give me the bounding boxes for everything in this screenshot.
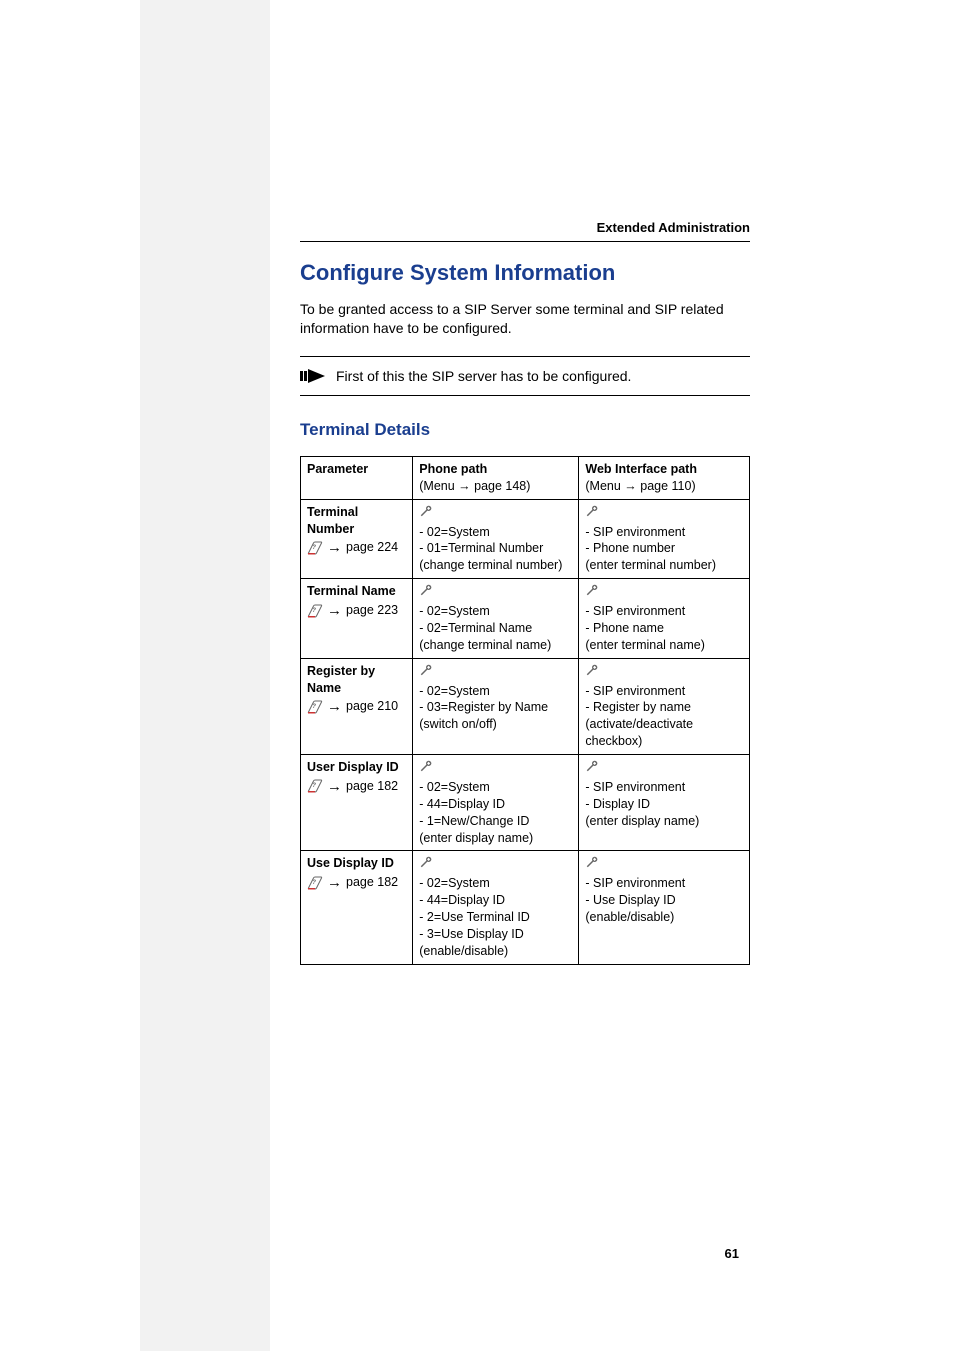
- subsection-heading: Terminal Details: [300, 420, 750, 440]
- phone-path-text: - 02=System - 02=Terminal Name (change t…: [419, 603, 572, 654]
- cell-web-path: - SIP environment - Phone number (enter …: [579, 499, 750, 579]
- cell-parameter: Terminal Number? → page 224: [301, 499, 413, 579]
- header-rule: [300, 241, 750, 242]
- tool-icon: [585, 759, 601, 773]
- note-text: First of this the SIP server has to be c…: [336, 367, 631, 385]
- table-row: Terminal Name? → page 223 - 02=System - 02=…: [301, 579, 750, 659]
- note-block: First of this the SIP server has to be c…: [300, 356, 750, 396]
- arrow-icon: →: [327, 603, 342, 618]
- parameter-name: Register by Name: [307, 664, 375, 695]
- cell-web-path: - SIP environment - Use Display ID (enab…: [579, 851, 750, 964]
- table-row: Register by Name? → page 210 - 02=System - …: [301, 658, 750, 754]
- web-path-text: - SIP environment - Phone name (enter te…: [585, 603, 743, 654]
- page-ref-text: page 182: [346, 778, 398, 795]
- web-path-text: - SIP environment - Display ID (enter di…: [585, 779, 743, 830]
- page-reference[interactable]: ? → page 210: [307, 698, 406, 715]
- info-icon: ?: [307, 876, 323, 890]
- phone-path-text: - 02=System - 44=Display ID - 1=New/Chan…: [419, 779, 572, 847]
- page-number: 61: [725, 1246, 739, 1261]
- cell-parameter: User Display ID? → page 182: [301, 755, 413, 851]
- tool-icon: [585, 504, 601, 518]
- page-ref-text: page 210: [346, 698, 398, 715]
- arrow-icon: →: [327, 540, 342, 555]
- phone-path-text: - 02=System - 03=Register by Name (switc…: [419, 683, 572, 734]
- cell-web-path: - SIP environment - Register by name (ac…: [579, 658, 750, 754]
- table-row: User Display ID? → page 182 - 02=System - 4…: [301, 755, 750, 851]
- svg-text:?: ?: [312, 545, 316, 551]
- parameter-name: Use Display ID: [307, 856, 394, 870]
- cell-phone-path: - 02=System - 44=Display ID - 2=Use Term…: [413, 851, 579, 964]
- info-icon: ?: [307, 779, 323, 793]
- page-ref-text: page 224: [346, 539, 398, 556]
- web-path-text: - SIP environment - Register by name (ac…: [585, 683, 743, 751]
- cell-phone-path: - 02=System - 01=Terminal Number (change…: [413, 499, 579, 579]
- cell-web-path: - SIP environment - Phone name (enter te…: [579, 579, 750, 659]
- tool-icon: [419, 663, 435, 677]
- intro-paragraph: To be granted access to a SIP Server som…: [300, 300, 750, 338]
- page-reference[interactable]: ? → page 182: [307, 874, 406, 891]
- page-ref-text: page 223: [346, 602, 398, 619]
- col-web-label: Web Interface path: [585, 462, 697, 476]
- parameter-name: Terminal Number: [307, 505, 358, 536]
- info-icon: ?: [307, 541, 323, 555]
- phone-path-text: - 02=System - 44=Display ID - 2=Use Term…: [419, 875, 572, 959]
- cell-web-path: - SIP environment - Display ID (enter di…: [579, 755, 750, 851]
- svg-text:?: ?: [312, 704, 316, 710]
- phone-path-text: - 02=System - 01=Terminal Number (change…: [419, 524, 572, 575]
- col-web-sublabel: (Menu → page 110): [585, 479, 695, 493]
- section-header-label: Extended Administration: [300, 220, 750, 235]
- table-header-row: Parameter Phone path (Menu → page 148) W…: [301, 456, 750, 499]
- page-reference[interactable]: ? → page 224: [307, 539, 406, 556]
- parameter-name: Terminal Name: [307, 584, 396, 598]
- sidebar-column: [140, 0, 270, 1351]
- cell-phone-path: - 02=System - 03=Register by Name (switc…: [413, 658, 579, 754]
- cell-parameter: Terminal Name? → page 223: [301, 579, 413, 659]
- tool-icon: [419, 504, 435, 518]
- arrow-icon: →: [327, 699, 342, 714]
- tool-icon: [585, 663, 601, 677]
- svg-text:?: ?: [312, 880, 316, 886]
- tool-icon: [419, 759, 435, 773]
- page-reference[interactable]: ? → page 182: [307, 778, 406, 795]
- cell-phone-path: - 02=System - 44=Display ID - 1=New/Chan…: [413, 755, 579, 851]
- content-area: Extended Administration Configure System…: [300, 220, 750, 965]
- info-icon: ?: [307, 700, 323, 714]
- col-phone-label: Phone path: [419, 462, 487, 476]
- col-phone-path: Phone path (Menu → page 148): [413, 456, 579, 499]
- page-heading: Configure System Information: [300, 260, 750, 286]
- cell-parameter: Use Display ID? → page 182: [301, 851, 413, 964]
- col-parameter-label: Parameter: [307, 462, 368, 476]
- arrow-icon: →: [327, 779, 342, 794]
- tool-icon: [585, 855, 601, 869]
- svg-text:?: ?: [312, 783, 316, 789]
- tool-icon: [585, 583, 601, 597]
- svg-text:?: ?: [312, 608, 316, 614]
- page-reference[interactable]: ? → page 223: [307, 602, 406, 619]
- page-ref-text: page 182: [346, 874, 398, 891]
- parameter-table: Parameter Phone path (Menu → page 148) W…: [300, 456, 750, 965]
- col-phone-sublabel: (Menu → page 148): [419, 479, 530, 493]
- web-path-text: - SIP environment - Phone number (enter …: [585, 524, 743, 575]
- tool-icon: [419, 583, 435, 597]
- note-arrow-icon: [300, 367, 326, 385]
- col-web-path: Web Interface path (Menu → page 110): [579, 456, 750, 499]
- tool-icon: [419, 855, 435, 869]
- col-parameter: Parameter: [301, 456, 413, 499]
- table-row: Use Display ID? → page 182 - 02=System - 44…: [301, 851, 750, 964]
- arrow-icon: →: [327, 875, 342, 890]
- cell-parameter: Register by Name? → page 210: [301, 658, 413, 754]
- table-row: Terminal Number? → page 224 - 02=System - 0…: [301, 499, 750, 579]
- cell-phone-path: - 02=System - 02=Terminal Name (change t…: [413, 579, 579, 659]
- web-path-text: - SIP environment - Use Display ID (enab…: [585, 875, 743, 926]
- parameter-name: User Display ID: [307, 760, 399, 774]
- info-icon: ?: [307, 604, 323, 618]
